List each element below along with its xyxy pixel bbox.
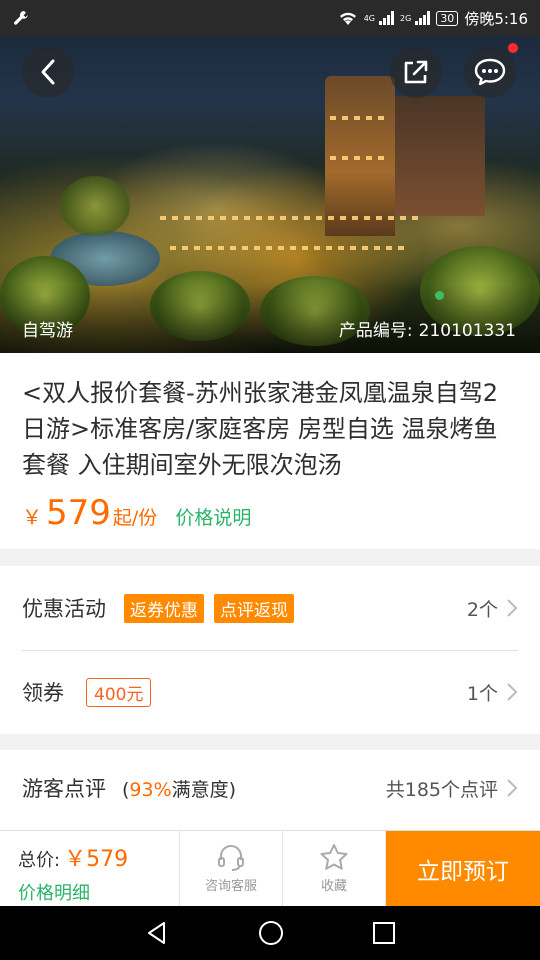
currency-symbol: ￥ — [22, 505, 42, 529]
notification-dot — [508, 43, 518, 53]
status-time: 傍晚5:16 — [464, 9, 528, 28]
reviews-label: 游客点评 — [22, 777, 106, 801]
chevron-left-icon — [41, 59, 55, 85]
product-code: 产品编号: 210101331 — [339, 316, 516, 341]
product-code-label: 产品编号: — [338, 321, 413, 341]
chevron-right-icon — [507, 683, 518, 701]
back-button[interactable] — [22, 46, 74, 98]
nav-recents-icon[interactable] — [372, 921, 396, 945]
headset-icon — [218, 845, 244, 871]
price-note-link[interactable]: 价格说明 — [175, 503, 251, 530]
price-detail-link[interactable]: 价格明细 — [18, 879, 179, 905]
nav-home-icon[interactable] — [257, 919, 285, 947]
network-2g-label: 2G — [400, 13, 412, 23]
hero-image[interactable] — [0, 36, 540, 353]
system-nav-bar — [0, 906, 540, 960]
promo-tag: 返券优惠 — [124, 593, 204, 623]
book-now-button[interactable]: 立即预订 — [386, 831, 540, 906]
product-title: <双人报价套餐-苏州张家港金凤凰温泉自驾2日游>标准客房/家庭客房 房型自选 温… — [22, 379, 499, 479]
consult-label: 咨询客服 — [204, 879, 257, 894]
wifi-icon — [339, 12, 356, 25]
total-price-block[interactable]: 总价: ￥579 价格明细 — [0, 831, 180, 906]
promotions-row[interactable]: 优惠活动 返券优惠 点评返现 2个 — [22, 566, 518, 650]
wrench-icon — [14, 11, 28, 25]
reviews-row[interactable]: 游客点评 (93%满意度) 共185个点评 — [22, 750, 518, 826]
consult-button[interactable]: 咨询客服 — [180, 831, 283, 906]
category-label: 自驾游 — [22, 321, 73, 341]
share-button[interactable] — [390, 46, 442, 98]
total-label: 总价: — [18, 850, 61, 871]
carousel-indicator — [435, 291, 444, 300]
bottom-action-bar: 总价: ￥579 价格明细 咨询客服 收藏 立即预订 — [0, 830, 540, 906]
chat-bubble-icon — [474, 58, 506, 86]
price-unit: 起/份 — [112, 507, 158, 529]
product-code-value: 210101331 — [418, 321, 516, 341]
promotions-label: 优惠活动 — [22, 597, 106, 621]
network-4g-label: 4G — [363, 13, 376, 23]
coupons-label: 领券 — [22, 681, 64, 705]
product-info-card: <双人报价套餐-苏州张家港金凤凰温泉自驾2日游>标准客房/家庭客房 房型自选 温… — [0, 353, 540, 549]
coupons-row[interactable]: 领券 400元 1个 — [22, 650, 518, 734]
reviews-total: 共185个点评 — [385, 778, 498, 801]
promo-tag: 点评返现 — [214, 593, 294, 623]
favorite-label: 收藏 — [320, 879, 347, 894]
satisfaction-percent: 93% — [129, 778, 172, 801]
satisfaction-text: (93%满意度) — [122, 775, 236, 802]
promotions-card: 优惠活动 返券优惠 点评返现 2个 领券 400元 1个 — [0, 566, 540, 734]
star-icon — [320, 844, 348, 870]
reviews-card: 游客点评 (93%满意度) 共185个点评 — [0, 750, 540, 830]
message-button[interactable] — [464, 46, 516, 98]
signal-icon-2 — [415, 11, 431, 25]
favorite-button[interactable]: 收藏 — [283, 831, 386, 906]
coupons-count: 1个 — [466, 682, 498, 705]
nav-back-icon[interactable] — [144, 920, 170, 946]
coupon-tag: 400元 — [86, 677, 152, 707]
price-row: ￥ 579 起/份 价格说明 — [22, 493, 251, 533]
share-icon — [404, 60, 428, 84]
battery-icon: 30 — [436, 10, 459, 26]
total-amount: ￥579 — [64, 847, 129, 872]
price-value: 579 — [46, 493, 111, 533]
chevron-right-icon — [507, 779, 518, 797]
chevron-right-icon — [507, 599, 518, 617]
signal-icon — [379, 11, 395, 25]
promotions-count: 2个 — [466, 598, 498, 621]
satisfaction-label: 满意度) — [171, 778, 237, 801]
status-bar: 4G 2G 30 傍晚5:16 — [0, 0, 540, 36]
